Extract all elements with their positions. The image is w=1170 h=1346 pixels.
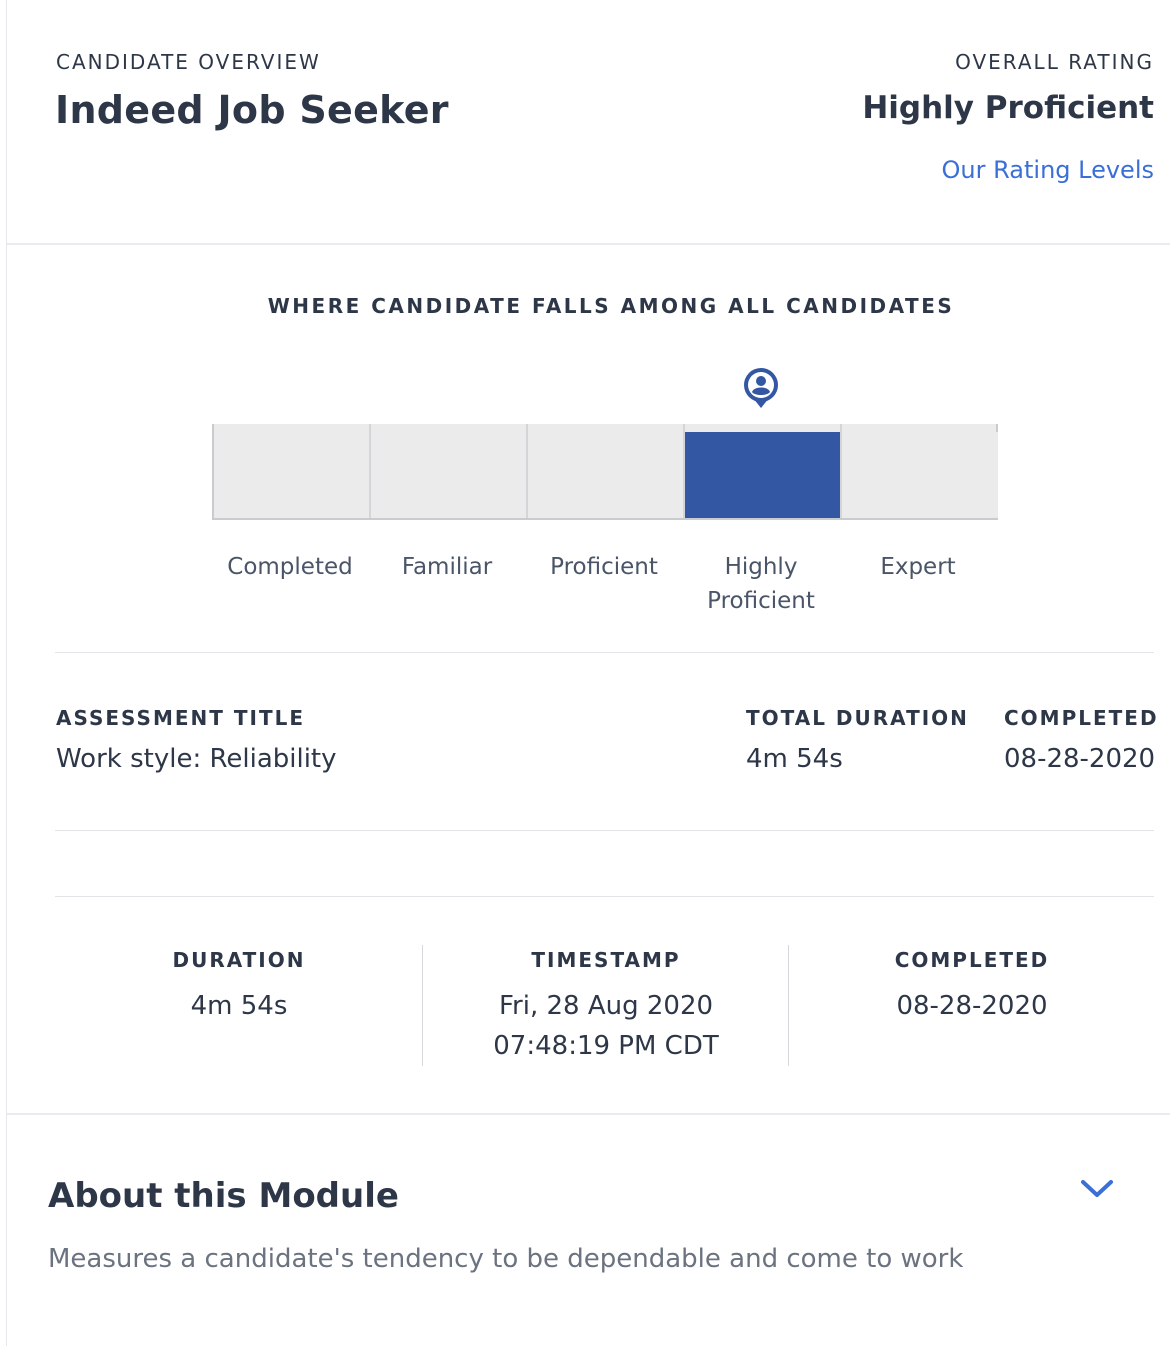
section-divider — [55, 652, 1154, 653]
rating-levels-link[interactable]: Our Rating Levels — [942, 156, 1154, 184]
about-module-description: Measures a candidate's tendency to be de… — [48, 1244, 964, 1274]
proficiency-scale — [212, 424, 998, 520]
report-header: CANDIDATE OVERVIEW Indeed Job Seeker OVE… — [7, 0, 1170, 245]
completed-label: COMPLETED — [1004, 706, 1159, 730]
level-label-highly-proficient: Highly Proficient — [683, 550, 839, 618]
candidate-report-card: CANDIDATE OVERVIEW Indeed Job Seeker OVE… — [6, 0, 1170, 1346]
section-divider — [7, 1113, 1170, 1115]
candidate-overview-label: CANDIDATE OVERVIEW — [56, 50, 321, 74]
level-bar-expert — [842, 432, 998, 518]
level-bar-familiar — [371, 432, 527, 518]
level-label-expert: Expert — [840, 550, 996, 584]
level-bar-proficient — [528, 432, 684, 518]
candidate-name: Indeed Job Seeker — [55, 88, 449, 132]
completed-value: 08-28-2020 — [1004, 744, 1156, 774]
assessment-title-label: ASSESSMENT TITLE — [56, 706, 306, 730]
level-label-line: Proficient — [550, 554, 658, 580]
duration-stat: DURATION 4m 54s — [56, 948, 422, 1026]
timestamp-label: TIMESTAMP — [531, 948, 681, 972]
duration-value: 4m 54s — [190, 991, 288, 1021]
level-label-line: Highly — [724, 554, 798, 580]
level-label-completed: Completed — [212, 550, 368, 584]
total-duration-label: TOTAL DURATION — [746, 706, 969, 730]
level-label-line: Expert — [880, 554, 956, 580]
level-bar-highly-proficient — [685, 432, 841, 518]
timestamp-date: Fri, 28 Aug 2020 — [498, 991, 714, 1021]
section-divider — [55, 896, 1154, 897]
overall-rating-value: Highly Proficient — [862, 90, 1154, 126]
user-location-pin-icon — [744, 368, 778, 408]
completed-stat: COMPLETED 08-28-2020 — [789, 948, 1155, 1026]
completed-stat-value: 08-28-2020 — [896, 991, 1048, 1021]
section-divider — [55, 830, 1154, 831]
duration-label: DURATION — [172, 948, 306, 972]
about-module-title: About this Module — [48, 1176, 399, 1216]
level-label-line: Completed — [227, 554, 353, 580]
level-bar-completed — [214, 432, 370, 518]
level-label-line: Familiar — [401, 554, 493, 580]
level-label-proficient: Proficient — [526, 550, 682, 584]
timestamp-stat: TIMESTAMP Fri, 28 Aug 2020 07:48:19 PM C… — [423, 948, 789, 1066]
total-duration-value: 4m 54s — [746, 744, 843, 774]
chart-title: WHERE CANDIDATE FALLS AMONG ALL CANDIDAT… — [267, 294, 955, 318]
level-label-familiar: Familiar — [369, 550, 525, 584]
level-label-line: Proficient — [707, 588, 815, 614]
timestamp-time: 07:48:19 PM CDT — [493, 1031, 719, 1061]
assessment-title-value: Work style: Reliability — [56, 744, 337, 774]
completed-stat-label: COMPLETED — [894, 948, 1050, 972]
overall-rating-label: OVERALL RATING — [955, 50, 1154, 74]
chevron-down-icon[interactable] — [1079, 1174, 1115, 1204]
timestamp-value: Fri, 28 Aug 2020 07:48:19 PM CDT — [423, 986, 789, 1066]
